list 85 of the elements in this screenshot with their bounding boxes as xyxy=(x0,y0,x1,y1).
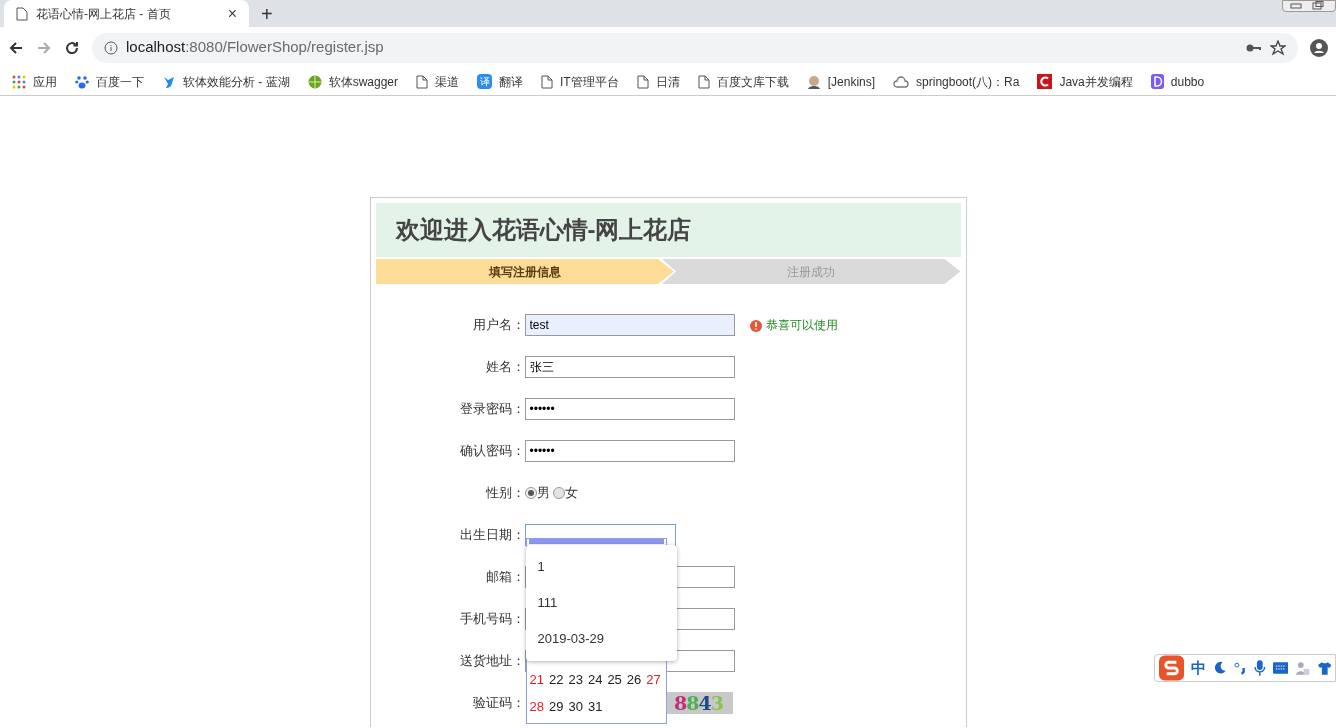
suggestion-item[interactable]: 2019-03-29 xyxy=(525,621,677,657)
alert-icon xyxy=(748,318,763,332)
page-icon xyxy=(16,6,28,21)
paw-icon xyxy=(75,74,89,89)
url-text: localhost:8080/FlowerShop/register.jsp xyxy=(126,37,385,58)
calendar-day[interactable]: 21 xyxy=(529,670,544,690)
bookmark-link[interactable]: 翻译 xyxy=(499,72,524,91)
bookmark-link[interactable]: 应用 xyxy=(33,72,57,91)
star-icon[interactable] xyxy=(1270,39,1286,56)
page-title: 欢迎进入花语心情-网上花店 xyxy=(395,215,692,245)
captcha-image[interactable]: 8843 xyxy=(664,692,733,714)
bookmark-link[interactable]: 渠道 xyxy=(435,72,460,91)
calendar-day[interactable]: 25 xyxy=(607,670,622,690)
calendar-day[interactable]: 30 xyxy=(568,696,583,716)
microphone-icon[interactable] xyxy=(1254,660,1266,676)
bookmark-link[interactable]: [Jenkins] xyxy=(827,72,876,91)
field-label: 登录密码： xyxy=(458,400,525,419)
d-logo-icon xyxy=(1150,74,1164,89)
field-label: 确认密码： xyxy=(458,442,525,461)
page-icon xyxy=(697,74,710,89)
sogou-logo-icon[interactable] xyxy=(1159,655,1185,681)
person-icon xyxy=(806,74,821,89)
calendar-day[interactable]: 24 xyxy=(587,670,603,690)
calendar-day[interactable]: 31 xyxy=(587,696,603,716)
password-field[interactable]: •••••• xyxy=(524,398,735,420)
info-icon xyxy=(104,40,118,55)
bookmark-link[interactable]: 百度文库下载 xyxy=(716,72,789,91)
bookmark-link[interactable]: 软体swagger xyxy=(328,72,399,91)
bookmark-link[interactable]: 软体效能分析 - 蓝湖 xyxy=(183,72,290,91)
bookmark-link[interactable]: IT管理平台 xyxy=(560,72,619,91)
page-icon xyxy=(541,74,554,89)
punctuation-icon[interactable] xyxy=(1233,661,1248,675)
key-icon[interactable] xyxy=(1246,42,1262,53)
bookmark-link[interactable]: 百度一下 xyxy=(96,72,144,91)
new-tab-button[interactable]: + xyxy=(249,0,285,29)
keyboard-icon[interactable] xyxy=(1272,662,1289,674)
translate-icon: 译 xyxy=(477,74,493,89)
field-label: 姓名： xyxy=(484,358,525,377)
cloud-icon xyxy=(893,75,910,88)
address-bar[interactable]: localhost:8080/FlowerShop/register.jsp xyxy=(92,32,1298,63)
gender-radio[interactable]: 男 xyxy=(524,483,550,503)
page-icon xyxy=(416,74,429,89)
suggestion-item[interactable]: 111 xyxy=(525,585,677,621)
text-field[interactable]: test xyxy=(524,314,735,336)
calendar-day[interactable]: 26 xyxy=(626,670,642,690)
radio-icon[interactable] xyxy=(552,487,565,499)
bird-icon xyxy=(162,74,176,89)
shirt-icon[interactable] xyxy=(1317,661,1331,675)
bookmark-link[interactable]: springboot(八)：Ra xyxy=(916,72,1020,91)
field-label: 送货地址： xyxy=(458,652,525,671)
progress-step: 填写注册信息 xyxy=(375,259,674,284)
apps-grid-icon xyxy=(12,74,26,89)
window-controls-drawing[interactable] xyxy=(1282,0,1336,12)
calendar-day[interactable]: 27 xyxy=(646,670,661,690)
field-label: 验证码： xyxy=(471,694,525,713)
field-label: 性别： xyxy=(484,484,525,503)
browser-tab[interactable]: 花语心情-网上花店 - 首页 × xyxy=(4,0,249,27)
bookmark-link[interactable]: dubbo xyxy=(1170,72,1205,91)
page-icon xyxy=(636,74,649,89)
progress-step: 注册成功 xyxy=(662,259,961,284)
globe-icon xyxy=(307,74,322,89)
input-mode-toggle[interactable]: 中 xyxy=(1191,656,1207,680)
close-tab-icon[interactable]: × xyxy=(227,1,237,26)
radio-icon[interactable] xyxy=(524,487,537,499)
back-icon[interactable] xyxy=(8,39,24,56)
suggestion-item[interactable]: 1 xyxy=(525,549,677,585)
gender-radio[interactable]: 女 xyxy=(552,483,578,503)
field-label: 邮箱： xyxy=(484,568,525,587)
account-icon[interactable] xyxy=(1310,38,1328,57)
text-field[interactable]: 张三 xyxy=(524,356,735,378)
tab-title: 花语心情-网上花店 - 首页 xyxy=(36,5,172,23)
field-label: 手机号码： xyxy=(458,610,525,629)
reload-icon[interactable] xyxy=(64,39,80,56)
field-label: 用户名： xyxy=(471,316,525,335)
calendar-day[interactable]: 28 xyxy=(529,696,544,716)
c-logo-icon xyxy=(1037,74,1053,89)
moon-icon[interactable] xyxy=(1213,661,1227,675)
availability-message: 恭喜可以使用 xyxy=(765,317,838,334)
calendar-day[interactable]: 23 xyxy=(568,670,583,690)
calendar-day[interactable]: 22 xyxy=(548,670,564,690)
password-field[interactable]: •••••• xyxy=(524,440,735,462)
bookmark-link[interactable]: 日清 xyxy=(655,72,680,91)
field-label: 出生日期： xyxy=(458,526,525,545)
bookmark-link[interactable]: Java并发编程 xyxy=(1059,72,1133,91)
calendar-day[interactable]: 29 xyxy=(548,696,564,716)
